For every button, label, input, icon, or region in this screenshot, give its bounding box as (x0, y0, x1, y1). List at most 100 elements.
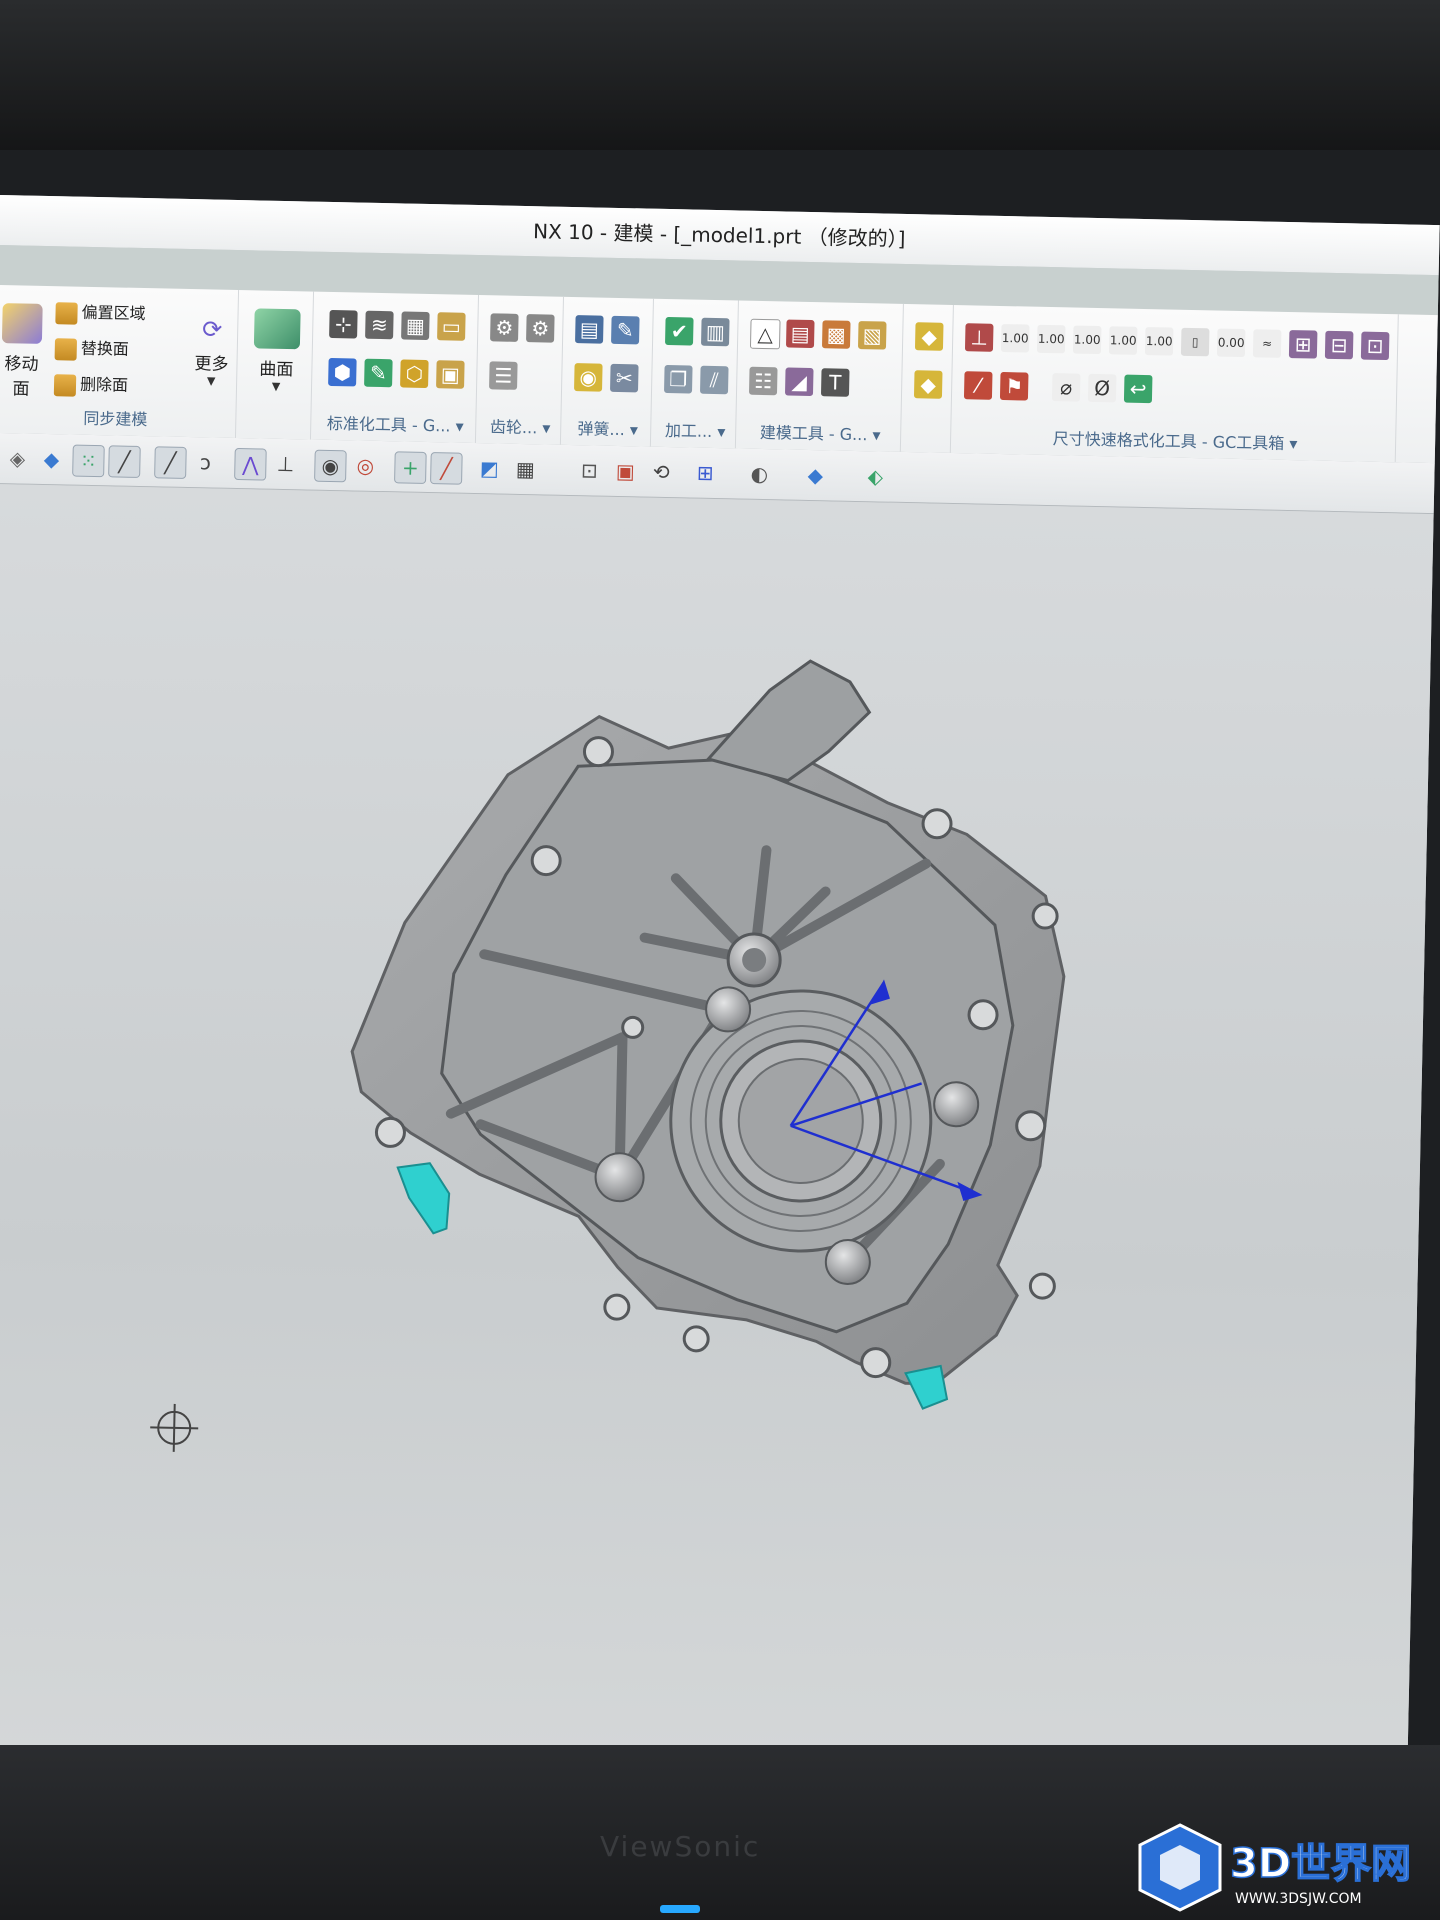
cube-icon[interactable]: ◆ (36, 444, 67, 475)
spring-icon[interactable]: ▤ (575, 315, 604, 344)
hole-icon[interactable]: ▩ (821, 320, 851, 349)
dim-icon[interactable]: ⊥ (964, 323, 994, 352)
refresh-icon: ⟳ (201, 315, 223, 344)
dim-format-4-icon[interactable]: 1.00 (1108, 326, 1138, 355)
copy-icon[interactable]: ❐ (664, 364, 693, 394)
monitor-screen: NX 10 - 建模 - [_model1.prt （修改的）] 移动面 偏置区… (0, 195, 1440, 1785)
dim-format-5-icon[interactable]: 1.00 (1144, 327, 1174, 356)
existing-point-icon[interactable]: + (394, 451, 427, 484)
arrow-icon[interactable]: ↩ (1123, 374, 1153, 404)
dim-format-3-icon[interactable]: 1.00 (1072, 325, 1102, 355)
quadrant-icon[interactable]: ◎ (350, 450, 381, 481)
dim-format-10-icon[interactable]: ⊟ (1324, 330, 1354, 360)
gear-icon[interactable]: ⚙ (490, 313, 519, 342)
gear-table-icon[interactable]: ☰ (489, 361, 518, 390)
pen-icon[interactable]: ✎ (611, 315, 640, 345)
curve-icon[interactable]: ↄ (190, 447, 221, 478)
wrench-icon[interactable]: ✎ (364, 358, 393, 388)
chevron-down-icon: ▼ (206, 374, 216, 388)
assembly-icon[interactable]: ▧ (857, 321, 887, 350)
grid-icon[interactable]: ▦ (401, 311, 430, 341)
layers-icon[interactable]: ≋ (365, 310, 394, 340)
ribbon-group-sync-modeling: 移动面 偏置区域 替换面 删除面 ⟳ 更多 ▼ 同步建模 (0, 284, 240, 438)
power-led (660, 1905, 700, 1913)
cube-icon[interactable]: ◆ (914, 322, 944, 351)
ribbon-group-standard-tools: ⊹ ≋ ▦ ▭ ⬢ ✎ ⬡ ▣ 标准化工具 - G... ▾ (314, 291, 480, 444)
triangle-icon[interactable]: △ (749, 318, 781, 350)
tag-icon[interactable]: ▭ (437, 312, 466, 341)
model-view (150, 652, 1070, 1452)
diameter-alt-icon[interactable]: Ø (1087, 373, 1117, 403)
sheet-icon[interactable]: ▤ (785, 319, 815, 349)
surface-button[interactable]: 曲面 ▼ (251, 308, 303, 393)
control-point-icon[interactable]: ⋀ (234, 447, 267, 481)
delete-face-icon (53, 373, 77, 397)
group-label-modeling-tools: 建模工具 - G... ▾ (759, 422, 881, 445)
nut-icon[interactable]: ⬡ (400, 359, 429, 389)
knife-icon[interactable]: ⫽ (699, 365, 729, 395)
group-label-springs: 弹簧... ▾ (577, 419, 639, 440)
ribbon-group-extra: ◆ ◆ (904, 304, 954, 453)
graphics-viewport[interactable] (0, 483, 1434, 1784)
dim-format-9-icon[interactable]: ⊞ (1288, 330, 1318, 359)
grid-snap-icon[interactable]: ▦ (510, 454, 541, 485)
dim-format-8-icon[interactable]: ≈ (1252, 329, 1282, 358)
group-label-sync: 同步建模 (83, 408, 148, 430)
snap-points-icon[interactable]: ⁙ (72, 444, 105, 478)
ribbon-group-springs: ▤ ✎ ◉ ✂ 弹簧... ▾ (564, 296, 654, 447)
solid-box-icon[interactable]: ◈ (2, 443, 33, 474)
chevron-down-icon: ▼ (271, 379, 281, 393)
more-button[interactable]: ⟳ 更多 ▼ (186, 309, 238, 388)
shaded-cube-icon[interactable]: ◆ (800, 460, 831, 491)
gear-pair-icon[interactable]: ⚙ (526, 314, 555, 343)
flag-icon[interactable]: ⚑ (999, 371, 1029, 401)
zoom-icon[interactable]: ▣ (610, 456, 641, 487)
dim-format-7-icon[interactable]: 0.00 (1216, 328, 1246, 358)
render-style-icon[interactable]: ◐ (744, 459, 775, 490)
offset-region-icon (55, 301, 78, 325)
group-label-standard-tools: 标准化工具 - G... ▾ (326, 413, 464, 436)
boss-1 (705, 986, 752, 1033)
ribbon-group-machining: ✔ ▥ ❐ ⫽ 加工... ▾ (654, 298, 739, 449)
tolerance-icon[interactable]: ⁄ (963, 371, 993, 400)
move-face-icon (1, 303, 43, 344)
rotate-icon[interactable]: ⟲ (646, 457, 677, 488)
dim-format-11-icon[interactable]: ⊡ (1360, 331, 1390, 361)
intersection-icon[interactable]: ⊥ (270, 449, 301, 480)
text-icon[interactable]: T (820, 368, 850, 397)
offset-region-button[interactable]: 偏置区域 (55, 298, 146, 328)
orient-view-icon[interactable]: ⊞ (690, 458, 721, 489)
face-icon[interactable]: ◩ (474, 453, 505, 484)
draft-icon[interactable]: ◢ (784, 367, 814, 397)
doc-icon[interactable]: ▥ (700, 317, 730, 347)
check-icon[interactable]: ✔ (665, 316, 694, 346)
watermark-text: 3D世界网 (1230, 1841, 1411, 1887)
move-face-button[interactable]: 移动面 (0, 303, 48, 400)
diameter-icon[interactable]: ⌀ (1051, 373, 1081, 402)
endpoint-icon[interactable]: ╱ (108, 445, 141, 478)
midpoint-icon[interactable]: ╱ (154, 446, 187, 479)
dim-format-1-icon[interactable]: 1.00 (1000, 324, 1030, 353)
cube-alt-icon[interactable]: ◆ (913, 370, 943, 399)
dim-format-6-icon[interactable]: ▯ (1180, 327, 1210, 357)
selected-face-1[interactable] (396, 1162, 451, 1235)
cutter-icon[interactable]: ✂ (610, 363, 639, 393)
crosshair-cursor-icon (150, 1403, 199, 1452)
visibility-icon[interactable]: ⬖ (860, 461, 891, 492)
dim-format-2-icon[interactable]: 1.00 (1036, 324, 1066, 354)
coil-icon[interactable]: ◉ (574, 363, 603, 392)
list-icon[interactable]: ☷ (748, 366, 778, 396)
arc-center-icon[interactable]: ◉ (314, 449, 347, 483)
fit-view-icon[interactable]: ⊡ (574, 455, 605, 486)
boss-4 (824, 1238, 871, 1285)
folder-icon[interactable]: ▣ (436, 360, 465, 389)
replace-face-button[interactable]: 替换面 (54, 334, 130, 364)
bolt-icon[interactable]: ⬢ (328, 357, 357, 387)
housing-cover-model[interactable] (345, 652, 1070, 1412)
selected-face-2[interactable] (904, 1364, 949, 1410)
point-on-curve-icon[interactable]: ╱ (430, 452, 463, 485)
boss-2 (933, 1081, 980, 1128)
boss-3 (594, 1152, 645, 1203)
delete-face-button[interactable]: 删除面 (53, 370, 129, 400)
point-set-icon[interactable]: ⊹ (329, 309, 358, 339)
